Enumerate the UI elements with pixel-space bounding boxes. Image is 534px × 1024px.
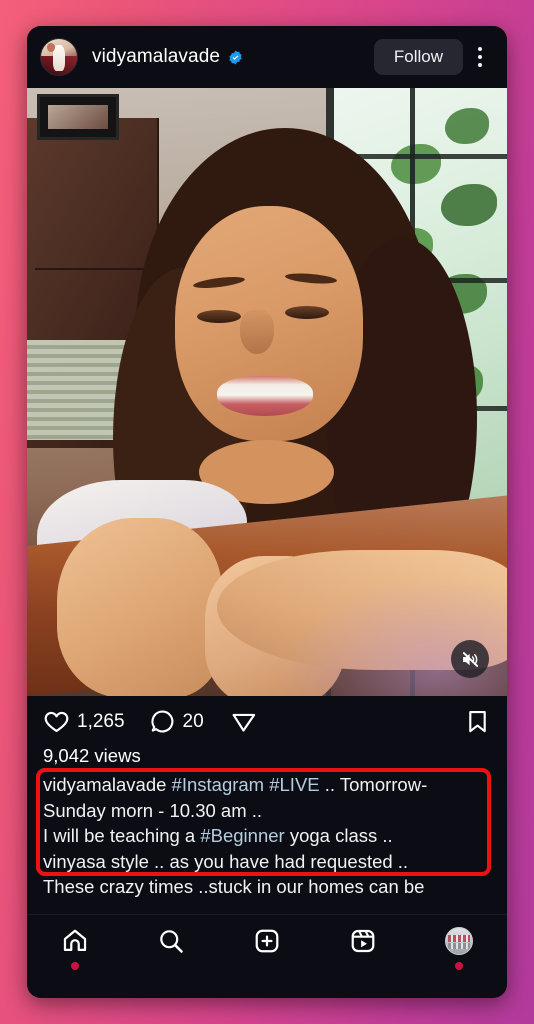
verified-badge-icon xyxy=(229,50,242,64)
follow-button[interactable]: Follow xyxy=(373,39,463,75)
media-eye xyxy=(285,306,329,319)
share-button[interactable] xyxy=(230,708,257,735)
comment-count: 20 xyxy=(182,710,204,732)
profile-badge-dot xyxy=(455,962,463,970)
heart-icon xyxy=(44,711,69,733)
share-paper-plane-icon xyxy=(232,713,255,732)
like-button[interactable]: 1,265 xyxy=(43,708,125,735)
nav-item-profile[interactable] xyxy=(411,927,507,973)
kebab-menu-icon[interactable] xyxy=(465,40,495,74)
nav-item-reels[interactable] xyxy=(315,927,411,973)
search-icon xyxy=(160,930,183,953)
media-light-glow xyxy=(277,576,507,696)
nav-item-create[interactable] xyxy=(219,927,315,973)
media-mouth xyxy=(217,376,313,416)
media-arm-left xyxy=(57,518,222,696)
nav-item-search[interactable] xyxy=(123,927,219,973)
caption-text-segment: vidyamalavade xyxy=(43,774,172,795)
home-badge-dot xyxy=(71,962,79,970)
instagram-post-card: vidyamalavade Follow 1,265 20 9,042 view… xyxy=(27,26,507,998)
plus-square-icon xyxy=(255,929,279,953)
speaker-muted-glyph xyxy=(462,651,478,667)
bottom-nav xyxy=(27,914,507,998)
save-button[interactable] xyxy=(464,708,491,735)
caption-hashtag[interactable]: #Instagram xyxy=(172,774,265,795)
post-username[interactable]: vidyamalavade xyxy=(92,46,220,68)
caption-hashtag[interactable]: #Beginner xyxy=(200,825,284,846)
home-icon xyxy=(63,929,87,951)
media-picture-frame xyxy=(37,94,119,140)
media-eye xyxy=(197,310,241,323)
post-media[interactable] xyxy=(27,88,507,696)
like-count: 1,265 xyxy=(77,710,125,732)
caption-text[interactable]: vidyamalavade #Instagram #LIVE .. Tomorr… xyxy=(43,772,491,900)
speaker-muted-icon[interactable] xyxy=(451,640,489,678)
post-header: vidyamalavade Follow xyxy=(27,26,507,88)
media-nose xyxy=(240,310,274,354)
avatar[interactable] xyxy=(40,38,78,76)
views-count: 9,042 views xyxy=(27,741,507,772)
reels-icon xyxy=(351,929,375,953)
username-wrap: vidyamalavade xyxy=(92,46,374,68)
caption-hashtag[interactable]: #LIVE xyxy=(269,774,319,795)
profile-avatar-icon xyxy=(445,927,473,955)
action-bar: 1,265 20 xyxy=(27,696,507,741)
nav-item-home[interactable] xyxy=(27,927,123,973)
comment-bubble-icon xyxy=(150,710,173,733)
comment-button[interactable]: 20 xyxy=(149,708,204,735)
bookmark-icon xyxy=(469,710,486,733)
caption-region: vidyamalavade #Instagram #LIVE .. Tomorr… xyxy=(27,768,507,900)
